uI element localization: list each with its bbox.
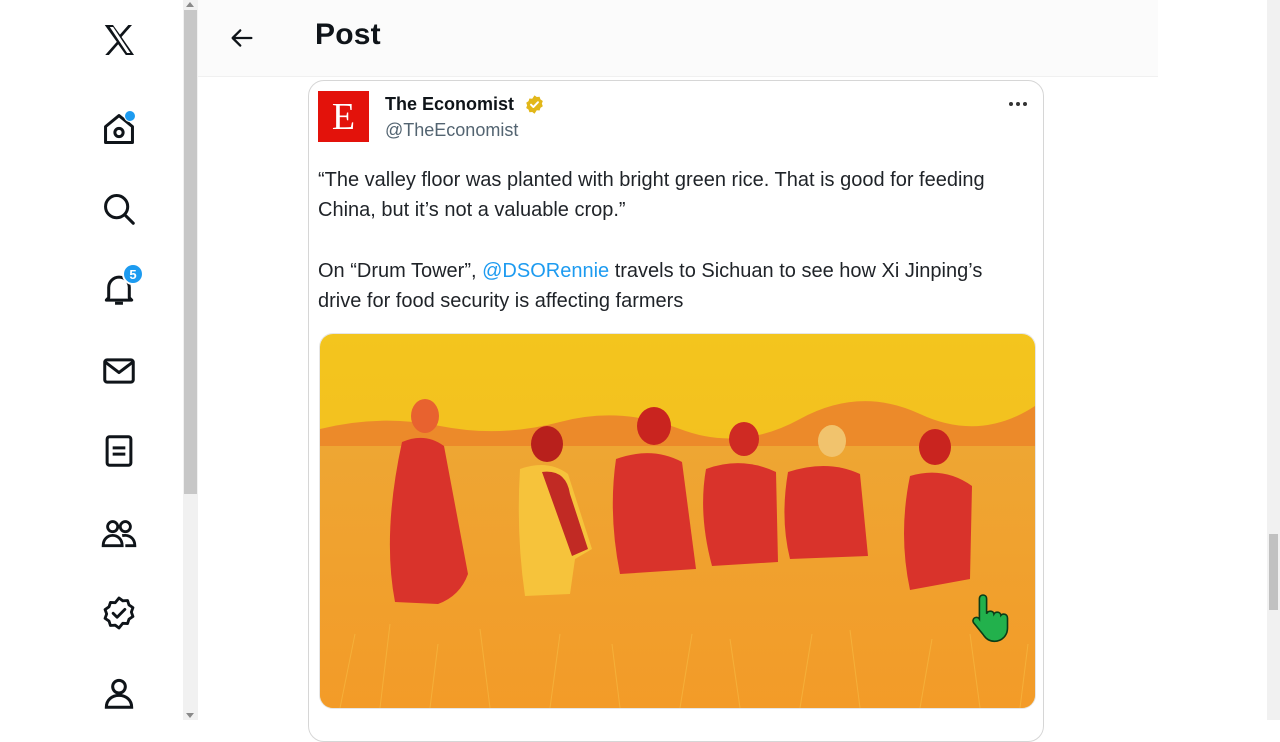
notifications-badge: 5 [122, 263, 144, 285]
post-card[interactable]: E The Economist @TheEconomist “The valle… [308, 80, 1044, 742]
mention-link[interactable]: @DSORennie [482, 260, 609, 282]
scroll-up-arrow[interactable] [186, 2, 194, 7]
back-button[interactable] [222, 18, 262, 58]
page-title: Post [315, 18, 381, 51]
post-image[interactable] [319, 333, 1036, 709]
notifications-icon[interactable]: 5 [94, 263, 144, 314]
scroll-down-arrow[interactable] [186, 713, 194, 718]
verified-icon[interactable] [94, 588, 144, 638]
messages-icon[interactable] [94, 346, 144, 396]
lists-icon[interactable] [94, 426, 144, 476]
arrow-left-icon [231, 29, 253, 47]
post-header: Post [198, 0, 1158, 77]
profile-icon[interactable] [94, 668, 144, 718]
communities-icon[interactable] [94, 508, 144, 558]
search-icon[interactable] [94, 184, 144, 234]
more-options-button[interactable] [1003, 93, 1033, 115]
author-handle[interactable]: @TheEconomist [385, 120, 518, 141]
left-nav: 5 [0, 0, 183, 720]
more-horizontal-icon [1009, 102, 1013, 106]
nav-scrollbar-thumb[interactable] [184, 10, 197, 494]
page-scrollbar-thumb[interactable] [1269, 534, 1278, 610]
main-column: Post E The Economist @TheEconomist “The … [198, 0, 1158, 742]
hand-pointer-cursor-icon [972, 594, 1009, 643]
x-logo-icon[interactable] [94, 15, 144, 65]
paragraph-2-prefix: On “Drum Tower”, [318, 260, 483, 282]
post-text: “The valley floor was planted with brigh… [318, 165, 1018, 316]
avatar-letter: E [331, 95, 356, 138]
home-icon[interactable] [94, 104, 144, 154]
post-paragraph-1: “The valley floor was planted with brigh… [318, 169, 985, 221]
author-name[interactable]: The Economist [385, 94, 514, 115]
gold-verified-badge-icon [526, 95, 543, 114]
nav-scrollbar[interactable] [183, 0, 198, 720]
page-scrollbar[interactable] [1267, 0, 1280, 720]
home-notification-dot [124, 110, 136, 122]
post-paragraph-2: On “Drum Tower”, @DSORennie travels to S… [318, 256, 1018, 316]
avatar[interactable]: E [318, 91, 369, 142]
